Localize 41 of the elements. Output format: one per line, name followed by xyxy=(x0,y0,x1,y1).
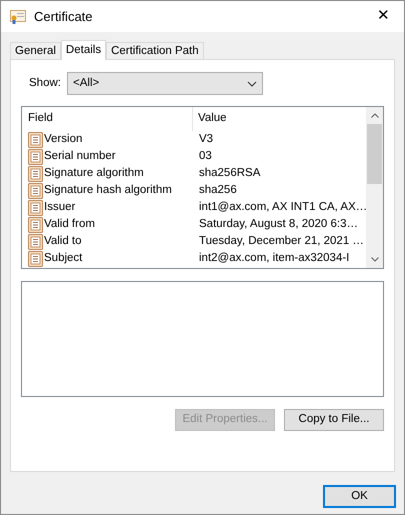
window-title: Certificate xyxy=(34,8,93,26)
field-value: sha256 xyxy=(198,182,237,198)
ok-button[interactable]: OK xyxy=(323,485,396,508)
field-value: sha256RSA xyxy=(198,166,260,181)
tab[interactable]: Details xyxy=(60,40,106,60)
scrollbar[interactable] xyxy=(366,107,383,268)
close-button[interactable]: ✕ xyxy=(373,5,394,28)
field-name: Serial number xyxy=(44,148,116,164)
chevron-down-icon xyxy=(247,80,257,86)
certificate-icon xyxy=(10,10,26,24)
scroll-down-icon[interactable] xyxy=(370,257,378,262)
tab[interactable]: Certification Path xyxy=(106,42,204,59)
document-icon xyxy=(28,216,43,232)
document-icon xyxy=(28,234,43,250)
field-name: Valid from xyxy=(44,216,95,232)
field-value: 03 xyxy=(198,148,212,164)
field-name: Version xyxy=(44,132,82,147)
document-icon xyxy=(28,182,43,198)
scroll-thumb[interactable] xyxy=(367,124,382,184)
field-name: Issuer xyxy=(44,200,76,215)
action-button[interactable]: Copy to File... xyxy=(284,409,384,431)
column-header[interactable]: Value xyxy=(193,110,366,128)
field-value: int1@ax.com, AX INT1 CA, AX… xyxy=(198,200,366,215)
field-value: int2@ax.com, item-ax32034-I xyxy=(198,250,350,266)
document-icon xyxy=(28,148,43,164)
field-name: Valid to xyxy=(44,234,82,249)
document-icon xyxy=(28,132,43,148)
show-dropdown[interactable]: <All> xyxy=(67,72,263,95)
show-label: Show: xyxy=(29,76,62,91)
tab[interactable]: General xyxy=(10,42,61,59)
document-icon xyxy=(28,166,43,182)
document-icon xyxy=(28,200,43,216)
field-name: Signature hash algorithm xyxy=(44,182,172,198)
field-name: Signature algorithm xyxy=(44,166,144,181)
column-header[interactable]: Field xyxy=(22,107,193,131)
field-value: Tuesday, December 21, 2021 … xyxy=(198,234,364,249)
field-name: Subject xyxy=(44,250,82,266)
scroll-up-icon[interactable] xyxy=(370,113,378,118)
field-value: Saturday, August 8, 2020 6:3… xyxy=(198,216,358,232)
field-value: V3 xyxy=(198,132,214,147)
document-icon xyxy=(28,250,43,266)
